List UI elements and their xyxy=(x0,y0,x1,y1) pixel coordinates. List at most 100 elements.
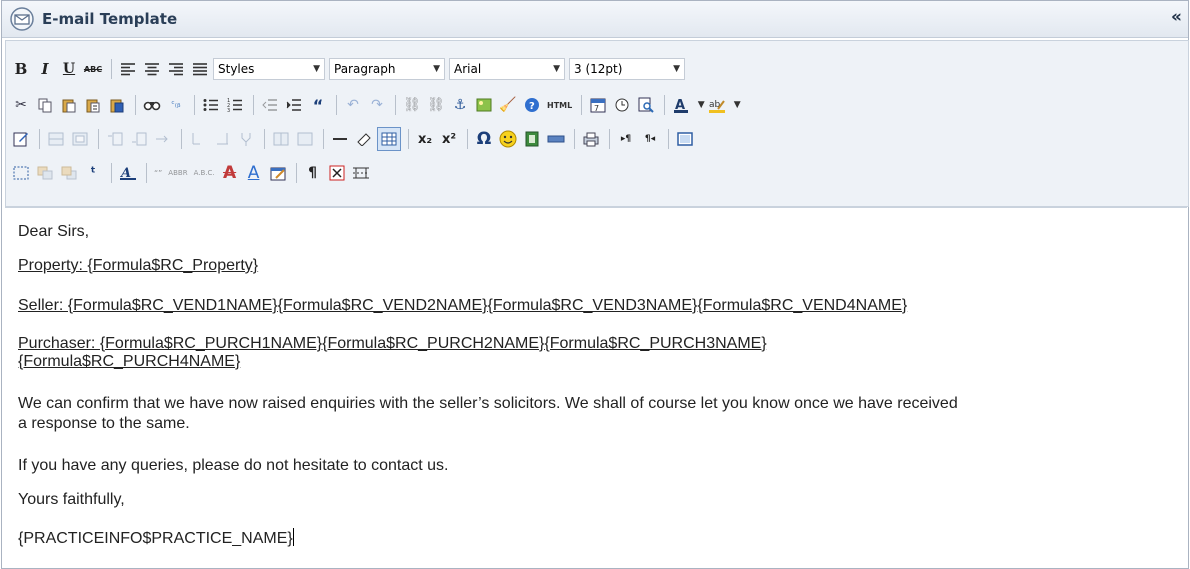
highlight-color-icon[interactable]: ab xyxy=(706,94,728,116)
insertion-icon[interactable]: A xyxy=(243,162,265,184)
subscript-button[interactable]: x₂ xyxy=(414,128,436,150)
link-icon[interactable]: ⛓ xyxy=(401,94,423,116)
paste-text-icon[interactable] xyxy=(82,94,104,116)
show-blocks-icon[interactable]: ¶ xyxy=(302,162,324,184)
align-center-icon[interactable] xyxy=(141,58,163,80)
insert-date-icon[interactable]: 7 xyxy=(587,94,609,116)
special-char-icon[interactable]: Ω xyxy=(473,128,495,150)
deletion-icon[interactable]: A xyxy=(219,162,241,184)
fullscreen-icon[interactable] xyxy=(674,128,696,150)
table-row-props-icon[interactable] xyxy=(45,128,67,150)
separator xyxy=(264,129,265,149)
format-dropdown-value: Paragraph xyxy=(334,62,396,76)
indent-icon[interactable] xyxy=(283,94,305,116)
text-color-dropdown[interactable]: ▼ xyxy=(694,94,705,116)
body-line-1: We can confirm that we have now raised e… xyxy=(18,395,958,412)
preview-icon[interactable] xyxy=(635,94,657,116)
separator xyxy=(664,95,666,115)
separator xyxy=(668,129,669,149)
underline-button[interactable]: U xyxy=(58,58,80,80)
separator xyxy=(467,129,468,149)
svg-text:3: 3 xyxy=(227,108,230,112)
editor-content[interactable]: Dear Sirs, Property: {Formula$RC_Propert… xyxy=(5,207,1187,567)
styles-dropdown[interactable]: Styles ▼ xyxy=(213,58,325,80)
cleanup-icon[interactable]: 🧹 xyxy=(497,94,519,116)
cite-button[interactable]: “” xyxy=(152,162,164,184)
unlink-icon[interactable]: ⛓ xyxy=(425,94,447,116)
ltr-icon[interactable]: ▸¶ xyxy=(615,128,637,150)
insert-layer-icon[interactable] xyxy=(10,162,32,184)
highlight-color-dropdown[interactable]: ▼ xyxy=(730,94,741,116)
chevron-down-icon: ▼ xyxy=(313,64,320,74)
hr-advanced-icon[interactable] xyxy=(545,128,567,150)
merge-cells-icon[interactable] xyxy=(294,128,316,150)
abbr-button[interactable]: ABBR xyxy=(166,162,189,184)
italic-button[interactable]: I xyxy=(34,58,56,80)
delete-col-icon[interactable] xyxy=(235,128,257,150)
separator xyxy=(395,95,396,115)
outdent-icon[interactable] xyxy=(259,94,281,116)
insert-table-icon[interactable] xyxy=(377,127,401,151)
greeting-line: Dear Sirs, xyxy=(18,223,90,240)
separator xyxy=(253,95,254,115)
media-icon[interactable] xyxy=(521,128,543,150)
envelope-icon xyxy=(8,5,36,33)
title-bar: E-mail Template « xyxy=(2,1,1188,38)
insert-time-icon[interactable] xyxy=(611,94,633,116)
row-after-icon[interactable] xyxy=(128,128,150,150)
split-cells-icon[interactable] xyxy=(270,128,292,150)
justify-icon[interactable] xyxy=(189,58,211,80)
redo-icon[interactable]: ↷ xyxy=(366,94,388,116)
paste-icon[interactable] xyxy=(58,94,80,116)
cut-icon[interactable]: ✂ xyxy=(10,94,32,116)
align-right-icon[interactable] xyxy=(165,58,187,80)
bold-button[interactable]: B xyxy=(10,58,32,80)
numbered-list-icon[interactable]: 123 xyxy=(224,94,246,116)
html-source-button[interactable]: HTML xyxy=(545,94,574,116)
strikethrough-button[interactable]: ABC xyxy=(82,58,104,80)
rtl-icon[interactable]: ¶◂ xyxy=(639,128,661,150)
move-backward-icon[interactable] xyxy=(58,162,80,184)
find-icon[interactable] xyxy=(141,94,163,116)
horizontal-rule-icon[interactable] xyxy=(329,128,351,150)
separator xyxy=(295,163,297,183)
pagebreak-icon[interactable] xyxy=(350,162,372,184)
attributes-icon[interactable] xyxy=(267,162,289,184)
remove-format-icon[interactable] xyxy=(353,128,375,150)
delete-row-icon[interactable] xyxy=(152,128,174,150)
image-icon[interactable] xyxy=(473,94,495,116)
replace-icon[interactable]: ᶜ₍ᵦ xyxy=(165,94,187,116)
table-cell-props-icon[interactable] xyxy=(69,128,91,150)
print-icon[interactable] xyxy=(580,128,602,150)
edit-css-icon[interactable] xyxy=(10,128,32,150)
absolute-position-icon[interactable]: ᵗ xyxy=(82,162,104,184)
styleprops-icon[interactable]: A xyxy=(117,162,139,184)
col-after-icon[interactable] xyxy=(211,128,233,150)
blockquote-icon[interactable]: “ xyxy=(307,94,329,116)
copy-icon[interactable] xyxy=(34,94,56,116)
text-color-icon[interactable]: A xyxy=(670,94,692,116)
separator xyxy=(581,95,583,115)
toolbar-row-1: B I U ABC Styles ▼ Paragraph ▼ Arial ▼ 3 (1… xyxy=(10,55,689,83)
row-before-icon[interactable] xyxy=(104,128,126,150)
format-dropdown[interactable]: Paragraph ▼ xyxy=(329,58,445,80)
collapse-button[interactable]: « xyxy=(1171,7,1182,27)
emoticon-icon[interactable] xyxy=(497,128,519,150)
align-left-icon[interactable] xyxy=(117,58,139,80)
move-forward-icon[interactable] xyxy=(34,162,56,184)
separator xyxy=(408,129,409,149)
font-size-dropdown[interactable]: 3 (12pt) ▼ xyxy=(569,58,685,80)
help-icon[interactable]: ? xyxy=(521,94,543,116)
paste-word-icon[interactable] xyxy=(106,94,128,116)
superscript-button[interactable]: x² xyxy=(438,128,460,150)
chevron-down-icon: ▼ xyxy=(553,64,560,74)
svg-text:7: 7 xyxy=(594,104,599,113)
anchor-icon[interactable]: ⚓ xyxy=(449,94,471,116)
font-family-dropdown[interactable]: Arial ▼ xyxy=(449,58,565,80)
bullet-list-icon[interactable] xyxy=(200,94,222,116)
undo-icon[interactable]: ↶ xyxy=(342,94,364,116)
col-before-icon[interactable] xyxy=(187,128,209,150)
acronym-button[interactable]: A.B.C. xyxy=(192,162,217,184)
seller-line: Seller: {Formula$RC_VEND1NAME}{Formula$R… xyxy=(18,297,908,314)
nonbreaking-icon[interactable] xyxy=(326,162,348,184)
